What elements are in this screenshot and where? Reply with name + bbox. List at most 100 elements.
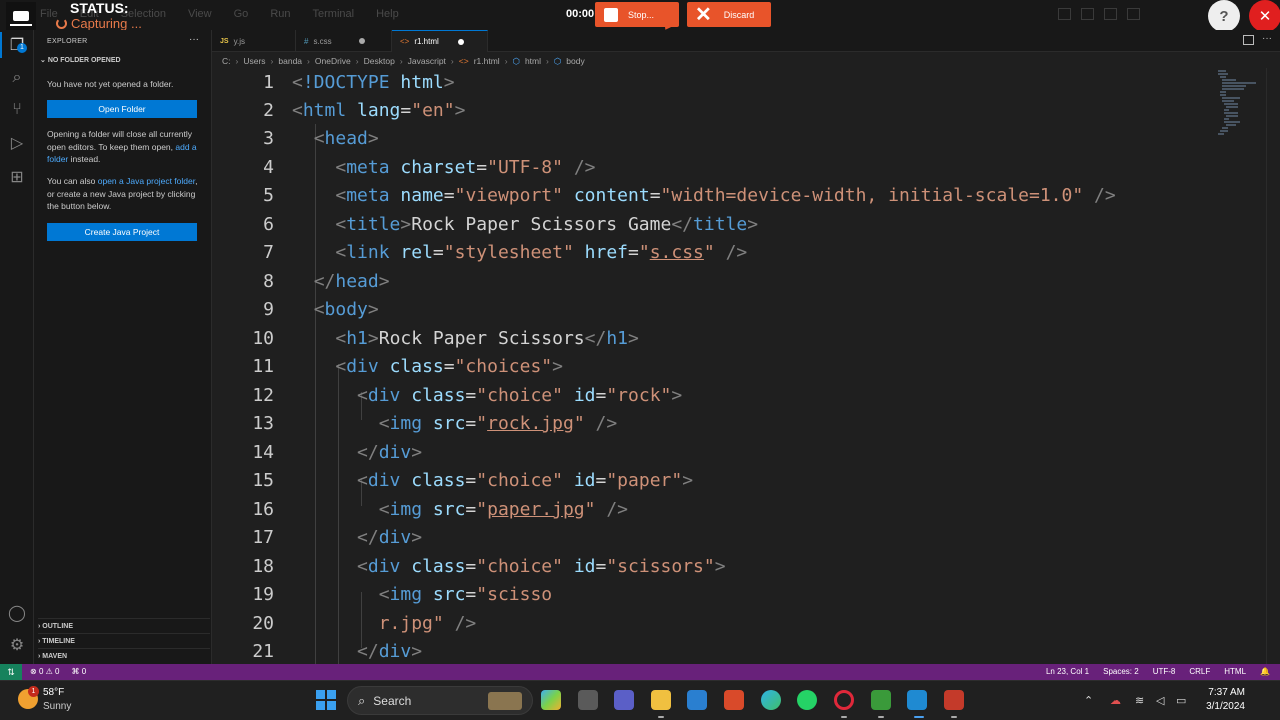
active-indicator: [914, 716, 924, 718]
code-line: 21 </div>: [252, 641, 423, 662]
taskbar-search[interactable]: ⌕ Search: [347, 686, 533, 715]
settings-gear-icon[interactable]: ⚙: [7, 636, 27, 656]
opera-browser-icon[interactable]: [834, 690, 854, 710]
search-icon: ⌕: [358, 692, 366, 708]
create-java-project-button[interactable]: Create Java Project: [47, 223, 197, 241]
breadcrumb-item[interactable]: OneDrive: [315, 56, 351, 66]
status-left: ⊗ 0 ⚠ 0 ⌘ 0: [30, 667, 86, 676]
stop-icon: [604, 7, 618, 22]
tab-r1-html[interactable]: <> r1.html: [392, 30, 488, 52]
breadcrumb-item[interactable]: Users: [243, 56, 265, 66]
menu-go[interactable]: Go: [234, 8, 249, 20]
language-mode[interactable]: HTML: [1224, 667, 1246, 676]
tab-y-js[interactable]: JS y.js: [212, 30, 296, 52]
code-line: 19 <img src="scisso: [252, 584, 553, 605]
menu-view[interactable]: View: [188, 8, 212, 20]
running-indicator: [878, 716, 884, 718]
weather-temperature[interactable]: 58°F: [43, 687, 64, 698]
breadcrumb-item[interactable]: C:: [222, 56, 231, 66]
close-recorder-button[interactable]: ✕: [1249, 0, 1280, 32]
copilot-app-icon[interactable]: [541, 690, 561, 710]
open-folder-button[interactable]: Open Folder: [47, 100, 197, 118]
microsoft-store-icon[interactable]: [687, 690, 707, 710]
windows-start-icon[interactable]: [316, 690, 336, 710]
breadcrumb-item[interactable]: Javascript: [408, 56, 446, 66]
breadcrumb-item[interactable]: banda: [278, 56, 302, 66]
cursor-position[interactable]: Ln 23, Col 1: [1046, 667, 1089, 676]
menu-terminal[interactable]: Terminal: [313, 8, 355, 20]
menu-help[interactable]: Help: [376, 8, 399, 20]
editor-tabs: JS y.js # s.css <> r1.html ···: [212, 30, 1280, 52]
vertical-scrollbar[interactable]: [1266, 68, 1280, 664]
code-line: 9 <body>: [263, 299, 379, 320]
minimap[interactable]: [1216, 68, 1266, 664]
utorrent-icon[interactable]: [871, 690, 891, 710]
maven-section[interactable]: › MAVEN: [38, 648, 210, 660]
breadcrumb-item[interactable]: body: [566, 56, 584, 66]
more-actions-icon[interactable]: ···: [189, 34, 199, 45]
wifi-icon[interactable]: ≋: [1135, 694, 1144, 707]
discard-recording-button[interactable]: ✕ Discard: [687, 2, 771, 27]
clock-date[interactable]: 3/1/2024: [1199, 701, 1245, 712]
unsaved-dot-icon[interactable]: [358, 38, 365, 44]
breadcrumb-item[interactable]: r1.html: [474, 56, 500, 66]
ports-indicator[interactable]: ⌘ 0: [71, 667, 86, 676]
encoding[interactable]: UTF-8: [1153, 667, 1176, 676]
whatsapp-icon[interactable]: [797, 690, 817, 710]
breadcrumb-item[interactable]: html: [525, 56, 541, 66]
html-file-icon: <>: [400, 37, 410, 46]
teams-app-icon[interactable]: [614, 690, 634, 710]
split-editor-icon[interactable]: [1243, 35, 1254, 45]
stop-label: Stop...: [628, 9, 655, 20]
run-debug-icon[interactable]: ▷: [7, 134, 27, 154]
customize-layout-icon[interactable]: [1127, 8, 1140, 20]
explorer-sidebar: EXPLORER ··· ⌄ NO FOLDER OPENED You have…: [34, 30, 212, 664]
indentation[interactable]: Spaces: 2: [1103, 667, 1139, 676]
extensions-icon[interactable]: ⊞: [7, 168, 27, 188]
source-control-icon[interactable]: ⑂: [7, 100, 27, 120]
recorder-logo-icon: [6, 2, 36, 32]
end-of-line[interactable]: CRLF: [1189, 667, 1210, 676]
code-line: 14 </div>: [252, 442, 423, 463]
menu-run[interactable]: Run: [270, 8, 290, 20]
more-actions-icon[interactable]: ···: [1262, 33, 1272, 44]
file-explorer-icon[interactable]: [651, 690, 671, 710]
no-folder-section[interactable]: ⌄ NO FOLDER OPENED: [40, 56, 121, 64]
breadcrumb-item[interactable]: Desktop: [364, 56, 395, 66]
weather-condition[interactable]: Sunny: [43, 701, 71, 712]
account-icon[interactable]: ◯: [7, 604, 27, 624]
screen-recorder-icon[interactable]: [944, 690, 964, 710]
activity-bar: ❐ 1 ⌕ ⑂ ▷ ⊞ ◯ ⚙: [0, 30, 34, 664]
notifications-bell-icon[interactable]: 🔔: [1260, 667, 1270, 676]
toggle-secondary-sidebar-icon[interactable]: [1104, 8, 1117, 20]
unsaved-dot-icon[interactable]: [457, 38, 464, 45]
toggle-sidebar-icon[interactable]: [1058, 8, 1071, 20]
open-java-project-link[interactable]: open a Java project folder: [98, 176, 195, 186]
code-line: 18 <div class="choice" id="scissors">: [252, 556, 726, 577]
task-view-icon[interactable]: [578, 690, 598, 710]
running-indicator: [951, 716, 957, 718]
toggle-panel-icon[interactable]: [1081, 8, 1094, 20]
volume-icon[interactable]: ◁: [1156, 694, 1164, 707]
code-line: 2 <html lang="en">: [263, 100, 466, 121]
edge-browser-icon[interactable]: [761, 690, 781, 710]
vscode-icon[interactable]: [907, 690, 927, 710]
running-indicator: [658, 716, 664, 718]
spinner-icon: [56, 18, 67, 29]
show-hidden-icons-chevron-icon[interactable]: ⌃: [1084, 694, 1093, 707]
code-editor[interactable]: 1 <!DOCTYPE html> 2 <html lang="en"> 3 <he…: [212, 68, 1216, 664]
code-line: 6 <title>Rock Paper Scissors Game</title…: [263, 214, 759, 235]
problems-indicator[interactable]: ⊗ 0 ⚠ 0: [30, 667, 59, 676]
office-app-icon[interactable]: [724, 690, 744, 710]
code-line: 4 <meta charset="UTF-8" />: [263, 157, 596, 178]
search-icon[interactable]: ⌕: [7, 68, 27, 88]
help-button[interactable]: ?: [1208, 0, 1240, 32]
clock-time[interactable]: 7:37 AM: [1207, 687, 1245, 698]
screen: File Edit Selection View Go Run Terminal…: [0, 0, 1280, 720]
tab-s-css[interactable]: # s.css: [296, 30, 392, 52]
battery-icon[interactable]: ▭: [1176, 694, 1186, 707]
timeline-section[interactable]: › TIMELINE: [38, 633, 210, 645]
remote-indicator-icon[interactable]: ⇅: [0, 664, 22, 680]
outline-section[interactable]: › OUTLINE: [38, 618, 210, 630]
onedrive-icon[interactable]: ☁: [1110, 694, 1121, 707]
